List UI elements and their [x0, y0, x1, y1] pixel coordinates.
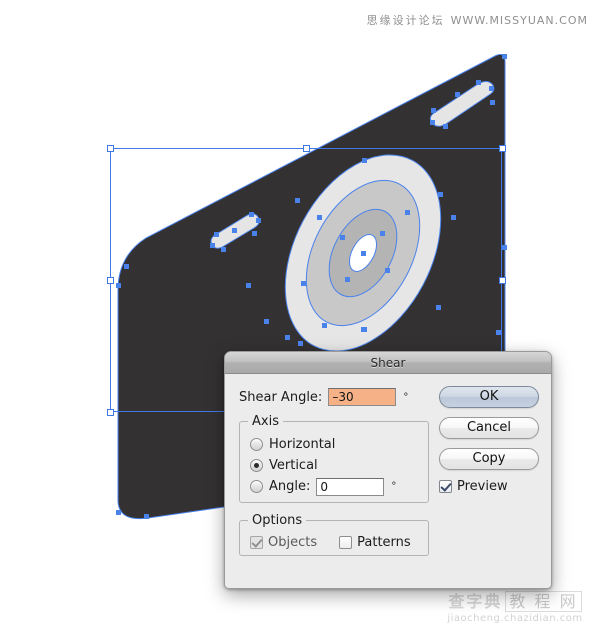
checkbox-objects-control[interactable]: [250, 535, 263, 549]
dialog-button-column: OK Cancel Copy Preview: [439, 386, 539, 494]
radio-vertical-control[interactable]: [250, 459, 263, 472]
anchor-point[interactable]: [301, 281, 306, 286]
anchor-point[interactable]: [246, 283, 251, 288]
ok-button[interactable]: OK: [439, 386, 539, 408]
watermark-bottom-cn: 查字典教 程 网: [440, 591, 590, 612]
anchor-point[interactable]: [210, 243, 215, 248]
selection-handle-top-right[interactable]: [499, 145, 506, 152]
axis-group-label: Axis: [248, 414, 283, 429]
checkbox-preview-control[interactable]: [439, 480, 452, 493]
watermark-top-url: WWW.MISSYUAN.COM: [450, 14, 588, 27]
watermark-bottom-url: jiaocheng.chazidian.com: [447, 613, 583, 624]
anchor-point[interactable]: [249, 212, 254, 217]
anchor-point[interactable]: [116, 510, 121, 515]
anchor-point[interactable]: [502, 245, 507, 250]
anchor-point[interactable]: [438, 192, 443, 197]
selection-handle-top-left[interactable]: [107, 145, 114, 152]
anchor-point[interactable]: [431, 108, 436, 113]
checkbox-preview[interactable]: Preview: [439, 479, 539, 494]
watermark-top: 思缘设计论坛 WWW.MISSYUAN.COM: [367, 12, 588, 28]
radio-angle-control[interactable]: [250, 480, 263, 493]
options-group-label: Options: [248, 513, 307, 528]
watermark-bottom-cn-2: 教 程 网: [505, 591, 582, 612]
anchor-point[interactable]: [345, 277, 350, 282]
anchor-point[interactable]: [232, 228, 237, 233]
anchor-point[interactable]: [385, 268, 390, 273]
radio-horizontal-label: Horizontal: [269, 437, 336, 452]
anchor-point[interactable]: [436, 305, 441, 310]
radio-angle-label: Angle:: [269, 479, 311, 494]
anchor-point[interactable]: [362, 158, 367, 163]
anchor-point[interactable]: [116, 283, 121, 288]
anchor-point[interactable]: [443, 124, 448, 129]
options-group: Options Objects Patterns: [239, 513, 429, 556]
checkbox-objects-label: Objects: [268, 534, 318, 550]
anchor-point[interactable]: [490, 100, 495, 105]
anchor-point[interactable]: [361, 251, 366, 256]
radio-vertical-label: Vertical: [269, 458, 318, 473]
checkbox-objects[interactable]: Objects: [250, 533, 317, 551]
anchor-point[interactable]: [214, 232, 219, 237]
selection-handle-top-center[interactable]: [303, 145, 310, 152]
angle-input[interactable]: 0: [316, 477, 385, 496]
shear-angle-label: Shear Angle:: [239, 389, 323, 405]
anchor-point[interactable]: [221, 247, 226, 252]
anchor-point[interactable]: [340, 235, 345, 240]
checkbox-patterns-label: Patterns: [357, 534, 411, 550]
checkbox-patterns[interactable]: Patterns: [339, 533, 411, 551]
checkbox-preview-label: Preview: [457, 479, 508, 494]
dialog-left-column: Shear Angle: –30 ° Axis Horizontal Verti…: [239, 386, 429, 556]
radio-horizontal-control[interactable]: [250, 438, 263, 451]
anchor-point[interactable]: [264, 319, 269, 324]
anchor-point[interactable]: [252, 231, 257, 236]
anchor-point[interactable]: [476, 80, 481, 85]
anchor-point[interactable]: [455, 92, 460, 97]
shear-angle-degree-symbol: °: [403, 391, 409, 403]
anchor-point[interactable]: [405, 210, 410, 215]
angle-degree-symbol: °: [391, 481, 397, 492]
radio-angle[interactable]: Angle: 0 °: [250, 476, 418, 497]
anchor-point[interactable]: [361, 327, 366, 332]
anchor-point[interactable]: [285, 335, 290, 340]
anchor-point[interactable]: [502, 54, 507, 59]
options-row: Objects Patterns: [250, 533, 418, 551]
dialog-titlebar[interactable]: Shear: [225, 352, 551, 374]
anchor-point[interactable]: [144, 514, 149, 519]
watermark-bottom-cn-1: 查字典: [448, 592, 503, 611]
anchor-point[interactable]: [430, 120, 435, 125]
selection-handle-middle-right[interactable]: [499, 277, 506, 284]
anchor-point[interactable]: [317, 215, 322, 220]
anchor-point[interactable]: [295, 198, 300, 203]
shear-angle-input[interactable]: –30: [328, 388, 397, 406]
anchor-point[interactable]: [451, 215, 456, 220]
anchor-point[interactable]: [380, 231, 385, 236]
watermark-top-cn: 思缘设计论坛: [366, 14, 445, 27]
radio-horizontal[interactable]: Horizontal: [250, 434, 418, 455]
axis-group: Axis Horizontal Vertical Angle: 0 °: [239, 414, 429, 503]
copy-button[interactable]: Copy: [439, 448, 539, 470]
cancel-button[interactable]: Cancel: [439, 417, 539, 439]
checkbox-patterns-control[interactable]: [339, 535, 353, 549]
dialog-body: Shear Angle: –30 ° Axis Horizontal Verti…: [225, 374, 551, 588]
dialog-title: Shear: [370, 355, 406, 370]
selection-handle-middle-left[interactable]: [107, 277, 114, 284]
shear-dialog[interactable]: Shear Shear Angle: –30 ° Axis Horizontal…: [224, 351, 552, 589]
radio-vertical[interactable]: Vertical: [250, 455, 418, 476]
anchor-point[interactable]: [298, 341, 303, 346]
anchor-point[interactable]: [256, 218, 261, 223]
anchor-point[interactable]: [124, 264, 129, 269]
shear-angle-row: Shear Angle: –30 °: [239, 386, 429, 408]
anchor-point[interactable]: [322, 323, 327, 328]
anchor-point[interactable]: [496, 330, 501, 335]
watermark-bottom: 查字典教 程 网 jiaocheng.chazidian.com: [440, 591, 590, 634]
selection-handle-bottom-left[interactable]: [107, 409, 114, 416]
anchor-point[interactable]: [489, 86, 494, 91]
